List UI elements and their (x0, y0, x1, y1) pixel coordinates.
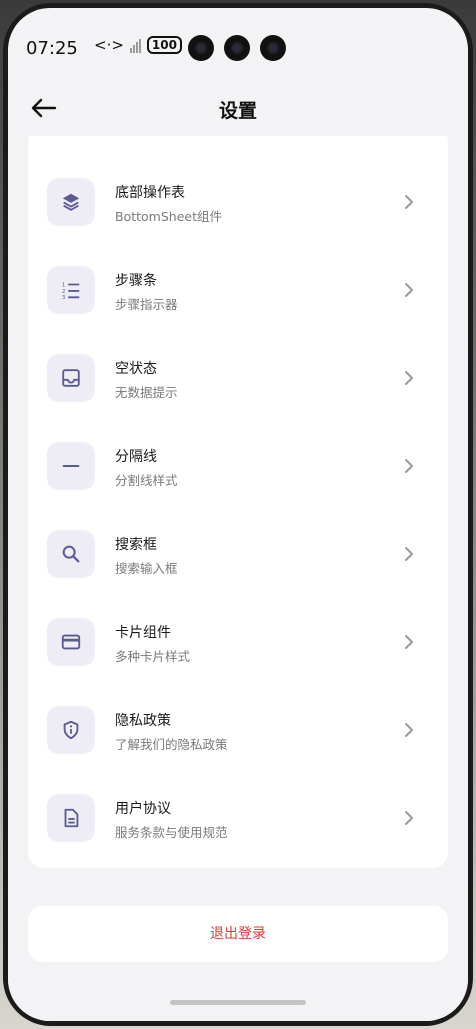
camera-icon (260, 35, 286, 61)
chevron-right-icon (405, 547, 413, 561)
svg-text:1: 1 (62, 282, 66, 288)
shield-info-icon (47, 706, 95, 754)
camera-icon (224, 35, 250, 61)
list-item-search[interactable]: 搜索框 搜索输入框 (28, 510, 448, 598)
signal-icon (129, 37, 141, 53)
chevron-right-icon (405, 195, 413, 209)
list-item-subtitle: 分割线样式 (115, 473, 178, 488)
list-item-partial[interactable] (28, 136, 448, 148)
camera-cluster (188, 35, 286, 61)
chevron-right-icon (405, 283, 413, 297)
chevron-right-icon (405, 635, 413, 649)
list-item-title: 分隔线 (115, 449, 157, 465)
list-item-subtitle: 服务条款与使用规范 (115, 825, 228, 840)
settings-list: 底部操作表 BottomSheet组件 123 步骤条 步骤指示器 空状态 无数… (28, 136, 448, 868)
page-title: 设置 (218, 100, 257, 122)
data-transfer-icon: <·> (94, 36, 124, 54)
logout-button[interactable]: 退出登录 (28, 906, 448, 962)
app-bar: 设置 (8, 88, 468, 136)
svg-text:3: 3 (62, 295, 66, 301)
inbox-icon (47, 354, 95, 402)
list-item-divider[interactable]: 分隔线 分割线样式 (28, 422, 448, 510)
list-item-title: 隐私政策 (115, 713, 171, 729)
list-item-privacy[interactable]: 隐私政策 了解我们的隐私政策 (28, 686, 448, 774)
layers-icon (47, 178, 95, 226)
home-indicator[interactable] (170, 1000, 306, 1005)
phone-screen: 07:25 <·> 100 设置 底部操作表 BottomSheet组件 1 2… (8, 8, 468, 1021)
list-item-subtitle: BottomSheet组件 (115, 209, 222, 224)
chevron-right-icon (405, 371, 413, 385)
list-item-subtitle: 搜索输入框 (115, 561, 178, 576)
search-icon (47, 530, 95, 578)
status-time: 07:25 (26, 38, 78, 59)
chevron-right-icon (405, 459, 413, 473)
minus-icon (47, 442, 95, 490)
battery-level: 100 (146, 36, 182, 54)
list-item-user-agreement[interactable]: 用户协议 服务条款与使用规范 (28, 774, 448, 862)
status-bar: 07:25 <·> 100 (8, 8, 468, 88)
list-item-title: 卡片组件 (115, 625, 171, 641)
chevron-right-icon (405, 723, 413, 737)
list-item-subtitle: 无数据提示 (115, 385, 178, 400)
list-item-bottom-sheet[interactable]: 底部操作表 BottomSheet组件 (28, 158, 448, 246)
svg-text:2: 2 (62, 289, 66, 295)
settings-content[interactable]: 底部操作表 BottomSheet组件 123 步骤条 步骤指示器 空状态 无数… (8, 136, 468, 1021)
numbered-list-icon: 123 (47, 266, 95, 314)
list-item-subtitle: 步骤指示器 (115, 297, 178, 312)
document-icon (47, 794, 95, 842)
camera-icon (188, 35, 214, 61)
credit-card-icon (47, 618, 95, 666)
list-item-steps[interactable]: 123 步骤条 步骤指示器 (28, 246, 448, 334)
status-icons: <·> 100 (94, 36, 182, 54)
list-item-subtitle: 多种卡片样式 (115, 649, 191, 664)
list-item-title: 用户协议 (115, 801, 171, 817)
list-item-title: 搜索框 (115, 537, 157, 553)
list-item-title: 底部操作表 (115, 185, 185, 201)
list-item-card[interactable]: 卡片组件 多种卡片样式 (28, 598, 448, 686)
list-item-empty-state[interactable]: 空状态 无数据提示 (28, 334, 448, 422)
list-item-title: 空状态 (115, 361, 157, 377)
chevron-right-icon (405, 811, 413, 825)
list-item-title: 步骤条 (115, 273, 157, 289)
list-item-subtitle: 了解我们的隐私政策 (115, 737, 228, 752)
